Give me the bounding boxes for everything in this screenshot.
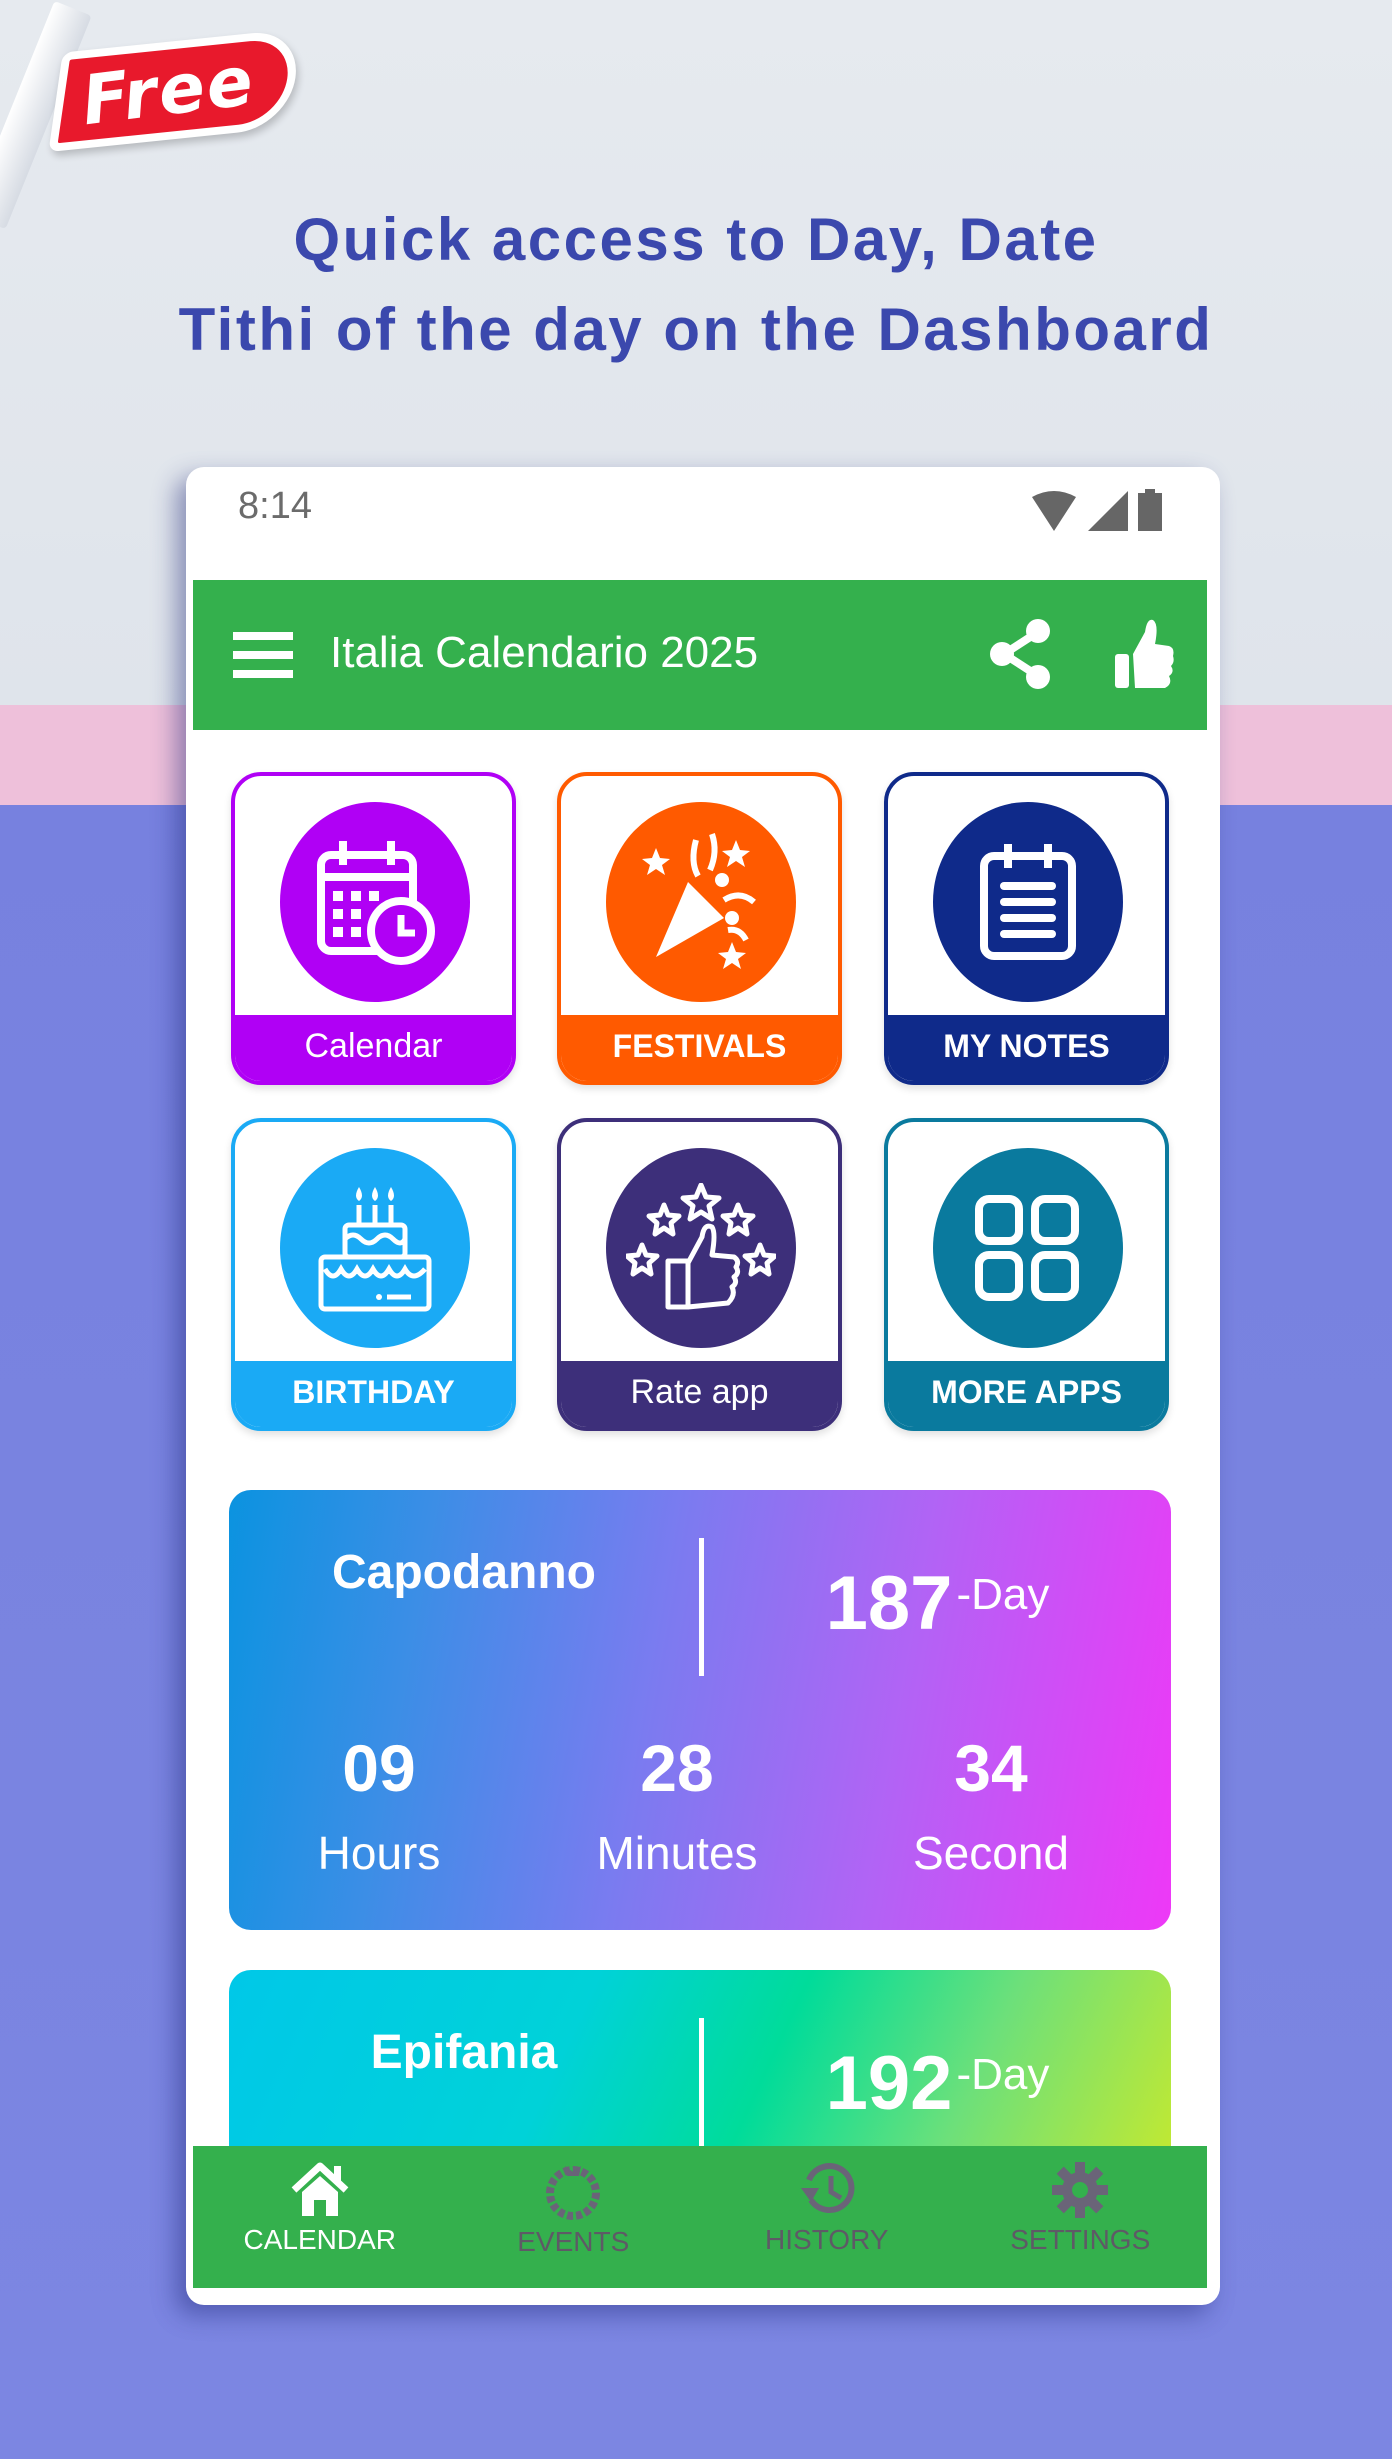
- calendar-clock-icon: [317, 841, 435, 965]
- minutes-counter: 28 Minutes: [527, 1730, 827, 1880]
- tile-festivals[interactable]: FESTIVALS: [557, 772, 842, 1085]
- seconds-label: Second: [912, 1827, 1069, 1879]
- history-icon: [800, 2163, 855, 2214]
- gear-icon: [1052, 2162, 1109, 2218]
- days-remaining: 192-Day: [704, 2040, 1171, 2127]
- nav-history[interactable]: HISTORY: [700, 2146, 954, 2288]
- tile-birthday[interactable]: BIRTHDAY: [231, 1118, 516, 1431]
- event-name: Epifania: [370, 2026, 558, 2079]
- tile-label: MY NOTES: [888, 1015, 1165, 1081]
- status-icons: [1030, 489, 1162, 531]
- minutes-value: 28: [640, 1731, 714, 1805]
- days-number: 192: [825, 2041, 953, 2126]
- phone-screen: 8:14 Italia Calendario 2025 Calendar FES…: [186, 467, 1220, 2305]
- hours-counter: 09 Hours: [229, 1730, 529, 1880]
- app-bar: Italia Calendario 2025: [193, 580, 1207, 730]
- party-popper-icon: [642, 833, 756, 969]
- days-number: 187: [825, 1561, 953, 1646]
- home-icon: [291, 2162, 349, 2216]
- nav-events[interactable]: EVENTS: [447, 2146, 701, 2288]
- wreath-icon: [546, 2166, 601, 2220]
- event-name: Capodanno: [332, 1546, 596, 1599]
- birthday-cake-icon: [318, 1187, 432, 1312]
- tile-label: MORE APPS: [888, 1361, 1165, 1427]
- countdown-card-capodanno[interactable]: Capodanno 187-Day 09 Hours 28 Minutes 34…: [229, 1490, 1171, 1930]
- notepad-icon: [980, 844, 1076, 960]
- nav-calendar[interactable]: CALENDAR: [193, 2146, 447, 2288]
- signal-icon: [1088, 491, 1128, 531]
- thumbs-up-stars-icon: [626, 1183, 776, 1310]
- days-remaining: 187-Day: [704, 1560, 1171, 1647]
- hours-label: Hours: [317, 1827, 441, 1879]
- hamburger-menu-icon[interactable]: [233, 632, 293, 678]
- battery-icon: [1138, 489, 1162, 531]
- days-suffix: -Day: [956, 2050, 1050, 2099]
- nav-label: HISTORY: [765, 2224, 889, 2255]
- tile-calendar[interactable]: Calendar: [231, 772, 516, 1085]
- tile-label: Rate app: [561, 1361, 838, 1427]
- tile-label: Calendar: [235, 1015, 512, 1081]
- like-icon[interactable]: [1113, 618, 1175, 690]
- hours-value: 09: [342, 1731, 416, 1805]
- share-icon[interactable]: [988, 618, 1054, 690]
- nav-settings[interactable]: SETTINGS: [954, 2146, 1208, 2288]
- tile-my-notes[interactable]: MY NOTES: [884, 772, 1169, 1085]
- apps-grid-icon: [975, 1195, 1079, 1301]
- wifi-icon: [1032, 491, 1076, 531]
- tile-rate-app[interactable]: Rate app: [557, 1118, 842, 1431]
- free-badge: Free: [0, 0, 303, 230]
- promo-headline-line2: Tithi of the day on the Dashboard: [178, 296, 1214, 363]
- nav-label: SETTINGS: [1010, 2224, 1151, 2255]
- status-time: 8:14: [238, 485, 312, 527]
- tile-label: BIRTHDAY: [235, 1361, 512, 1427]
- tile-more-apps[interactable]: MORE APPS: [884, 1118, 1169, 1431]
- days-suffix: -Day: [956, 1570, 1050, 1619]
- minutes-label: Minutes: [596, 1827, 758, 1879]
- bottom-navigation: CALENDAR EVENTS HISTORY SETTINGS: [193, 2146, 1207, 2288]
- app-title: Italia Calendario 2025: [330, 628, 759, 677]
- tile-label: FESTIVALS: [561, 1015, 838, 1081]
- nav-label: CALENDAR: [243, 2224, 396, 2255]
- seconds-counter: 34 Second: [841, 1730, 1141, 1880]
- promo-headline-line1: Quick access to Day, Date: [293, 206, 1099, 273]
- seconds-value: 34: [954, 1731, 1028, 1805]
- nav-label: EVENTS: [517, 2226, 630, 2257]
